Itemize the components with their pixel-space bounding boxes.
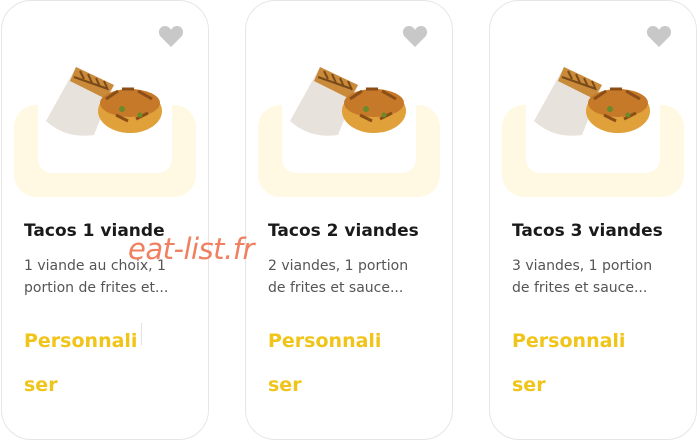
product-card[interactable]: Tacos 3 viandes 3 viandes, 1 portion de … bbox=[489, 0, 697, 440]
text-caret bbox=[141, 323, 142, 345]
product-card[interactable]: Tacos 2 viandes 2 viandes, 1 portion de … bbox=[245, 0, 453, 440]
customize-label: ser bbox=[24, 374, 58, 396]
description-line: de frites et sauce... bbox=[512, 280, 648, 296]
tacos-image bbox=[534, 67, 650, 136]
product-card[interactable]: Tacos 1 viande 1 viande au choix, 1 port… bbox=[1, 0, 209, 440]
customize-button[interactable]: Personnali ser bbox=[512, 319, 625, 407]
description-line: 2 viandes, 1 portion bbox=[268, 258, 409, 274]
customize-label: ser bbox=[268, 374, 302, 396]
customize-label: Personnali bbox=[24, 330, 138, 352]
customize-button[interactable]: Personnali ser bbox=[268, 319, 381, 407]
product-title: Tacos 3 viandes bbox=[512, 221, 663, 241]
product-title: Tacos 2 viandes bbox=[268, 221, 419, 241]
product-description: 2 viandes, 1 portion de frites et sauce.… bbox=[268, 255, 428, 299]
description-line: portion de frites et... bbox=[24, 280, 169, 296]
heart-icon[interactable] bbox=[646, 25, 672, 49]
product-description: 3 viandes, 1 portion de frites et sauce.… bbox=[512, 255, 672, 299]
watermark: eat-list.fr bbox=[128, 232, 254, 266]
customize-label: Personnali bbox=[268, 330, 382, 352]
description-line: 3 viandes, 1 portion bbox=[512, 258, 653, 274]
heart-icon[interactable] bbox=[158, 25, 184, 49]
customize-label: Personnali bbox=[512, 330, 626, 352]
customize-label: ser bbox=[512, 374, 546, 396]
heart-icon[interactable] bbox=[402, 25, 428, 49]
tacos-image bbox=[46, 67, 162, 136]
tacos-image bbox=[290, 67, 406, 136]
customize-button[interactable]: Personnali ser bbox=[24, 319, 137, 407]
description-line: de frites et sauce... bbox=[268, 280, 404, 296]
